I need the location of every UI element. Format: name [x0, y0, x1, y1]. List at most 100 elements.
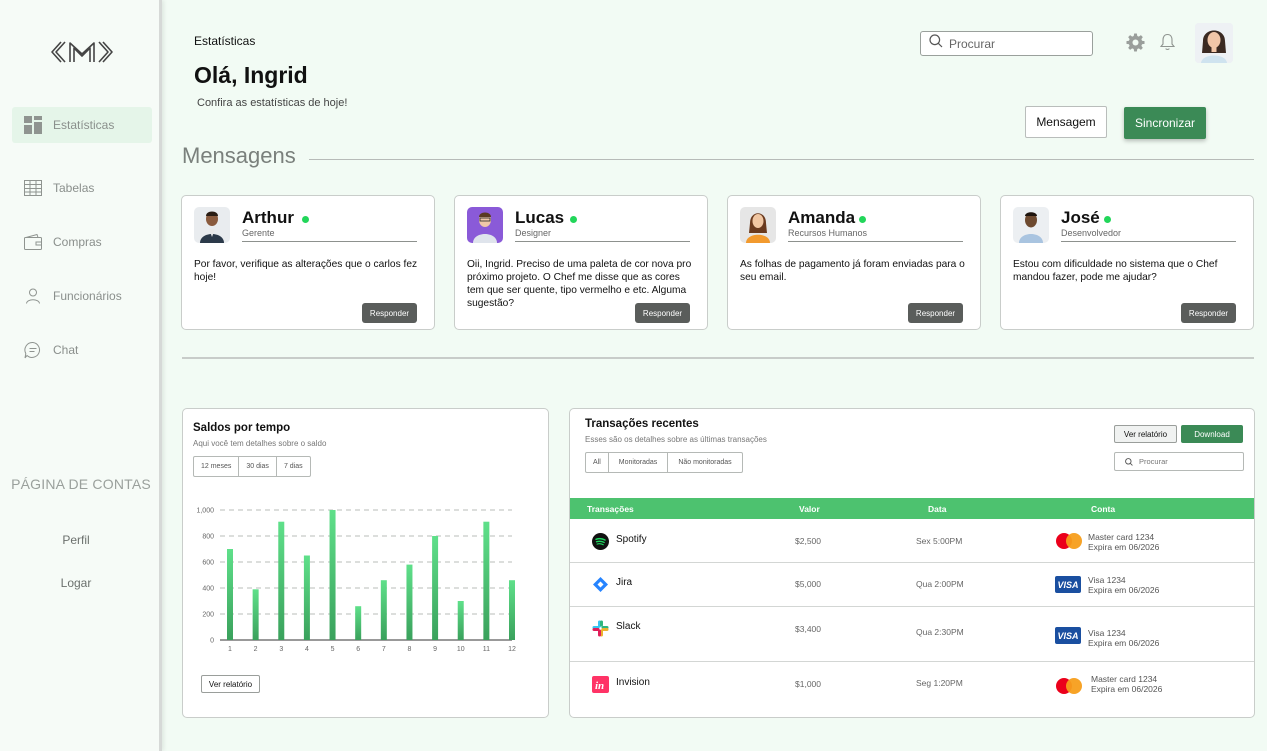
- breadcrumb: Estatísticas: [194, 34, 256, 48]
- transaction-search-box[interactable]: [1114, 452, 1244, 471]
- divider: [515, 241, 690, 242]
- sidebar-item-label: Compras: [53, 235, 102, 249]
- bell-icon[interactable]: [1159, 33, 1176, 56]
- y-tick-label: 200: [202, 612, 214, 619]
- reply-button[interactable]: Responder: [1181, 303, 1236, 323]
- jira-icon: [592, 576, 609, 593]
- app-name: Slack: [616, 621, 641, 632]
- y-tick-label: 400: [202, 586, 214, 593]
- search-input[interactable]: [949, 36, 1089, 51]
- table-row[interactable]: Spotify $2,500 Sex 5:00PM Master card 12…: [570, 519, 1254, 563]
- column-header[interactable]: Valor: [799, 504, 820, 514]
- filter-unmonitored[interactable]: Não monitoradas: [668, 453, 741, 472]
- divider: [242, 241, 417, 242]
- reply-button[interactable]: Responder: [635, 303, 690, 323]
- reply-button[interactable]: Responder: [908, 303, 963, 323]
- sidebar-item-chat[interactable]: Chat: [12, 332, 152, 368]
- divider: [788, 241, 963, 242]
- view-report-button[interactable]: Ver relatório: [201, 675, 260, 693]
- avatar[interactable]: [1195, 23, 1233, 63]
- column-header[interactable]: Conta: [1091, 504, 1115, 514]
- filter-monitored[interactable]: Monitoradas: [609, 453, 669, 472]
- column-header[interactable]: Data: [928, 504, 946, 514]
- bar[interactable]: [252, 589, 259, 640]
- card-expiry: Expira em 06/2026: [1088, 585, 1160, 595]
- reply-button[interactable]: Responder: [362, 303, 417, 323]
- bar[interactable]: [278, 521, 285, 640]
- range-30-days[interactable]: 30 dias: [239, 457, 277, 476]
- transaction-filters: All Monitoradas Não monitoradas: [585, 452, 743, 473]
- table-row[interactable]: Slack $3,400 Qua 2:30PM VISA Visa 1234 Ex…: [570, 607, 1254, 662]
- bar[interactable]: [457, 601, 464, 640]
- mastercard-icon: [1055, 532, 1083, 555]
- sender-name: José: [1061, 208, 1100, 227]
- avatar: [194, 207, 230, 243]
- card-info: Visa 1234 Expira em 06/2026: [1088, 628, 1159, 648]
- message-text: Estou com dificuldade no sistema que o C…: [1013, 259, 1218, 283]
- range-12-months[interactable]: 12 meses: [194, 457, 240, 476]
- sidebar-item-estatisticas[interactable]: Estatísticas: [12, 107, 152, 143]
- view-report-button[interactable]: Ver relatório: [1114, 425, 1177, 443]
- sender-role: Gerente: [242, 228, 275, 238]
- filter-all[interactable]: All: [586, 453, 609, 472]
- slack-icon: [592, 620, 609, 637]
- bar[interactable]: [509, 580, 515, 640]
- x-tick-label: 2: [254, 646, 258, 653]
- card-number: Visa 1234: [1088, 575, 1126, 585]
- online-status-dot: [859, 216, 866, 223]
- bar[interactable]: [303, 555, 310, 641]
- profile-link[interactable]: Perfil: [0, 533, 152, 547]
- avatar: [467, 207, 503, 243]
- message-button[interactable]: Mensagem: [1025, 106, 1107, 138]
- sender-role: Recursos Humanos: [788, 228, 868, 238]
- x-tick-label: 9: [433, 646, 437, 653]
- sidebar-item-tabelas[interactable]: Tabelas: [12, 170, 152, 206]
- x-tick-label: 4: [305, 646, 309, 653]
- sidebar-item-label: Tabelas: [53, 181, 95, 195]
- bar[interactable]: [406, 564, 413, 640]
- mastercard-icon: [1055, 677, 1083, 700]
- sidebar-item-label: Estatísticas: [53, 118, 115, 132]
- message-text: As folhas de pagamento já foram enviadas…: [740, 259, 965, 283]
- wallet-icon: [24, 233, 42, 251]
- transaction-date: Sex 5:00PM: [916, 536, 963, 546]
- bar[interactable]: [432, 536, 439, 640]
- bar[interactable]: [227, 549, 233, 640]
- avatar: [1013, 207, 1049, 243]
- table-row[interactable]: in Invision $1,000 Seg 1:20PM Master car…: [570, 662, 1254, 706]
- bar[interactable]: [329, 510, 336, 640]
- messages-section-title: Mensagens: [182, 143, 296, 168]
- sidebar-item-funcionarios[interactable]: Funcionários: [12, 278, 152, 314]
- y-tick-label: 800: [202, 534, 214, 541]
- column-header[interactable]: Transações: [587, 504, 634, 514]
- invision-icon: in: [592, 676, 609, 693]
- transaction-search-input[interactable]: [1139, 457, 1239, 466]
- sidebar-item-compras[interactable]: Compras: [12, 224, 152, 260]
- login-link[interactable]: Logar: [0, 576, 152, 590]
- visa-icon: VISA: [1055, 576, 1081, 593]
- card-number: Master card 1234: [1091, 674, 1158, 684]
- x-tick-label: 5: [331, 646, 335, 653]
- table-header: Transações Valor Data Conta: [570, 498, 1254, 519]
- page-subtitle: Confira as estatísticas de hoje!: [197, 97, 348, 109]
- sidebar: Estatísticas Tabelas Compras Funcionário…: [0, 0, 162, 751]
- gear-icon[interactable]: [1126, 33, 1145, 57]
- table-row[interactable]: Jira $5,000 Qua 2:00PM VISA Visa 1234 Exp…: [570, 563, 1254, 607]
- visa-icon: VISA: [1055, 627, 1081, 644]
- x-tick-label: 3: [279, 646, 283, 653]
- search-icon: [929, 34, 943, 53]
- bar[interactable]: [380, 580, 387, 640]
- y-tick-label: 600: [202, 560, 214, 567]
- range-7-days[interactable]: 7 dias: [277, 457, 310, 476]
- logo[interactable]: [50, 38, 114, 71]
- transaction-value: $5,000: [795, 579, 821, 589]
- sender-role: Desenvolvedor: [1061, 228, 1122, 238]
- search-box[interactable]: [920, 31, 1093, 56]
- download-button[interactable]: Download: [1181, 425, 1243, 443]
- bar[interactable]: [483, 521, 490, 640]
- bar[interactable]: [355, 606, 362, 640]
- search-icon: [1125, 453, 1133, 471]
- sync-button[interactable]: Sincronizar: [1124, 107, 1206, 139]
- card-info: Visa 1234 Expira em 06/2026: [1088, 575, 1159, 595]
- sidebar-item-label: Chat: [53, 343, 79, 357]
